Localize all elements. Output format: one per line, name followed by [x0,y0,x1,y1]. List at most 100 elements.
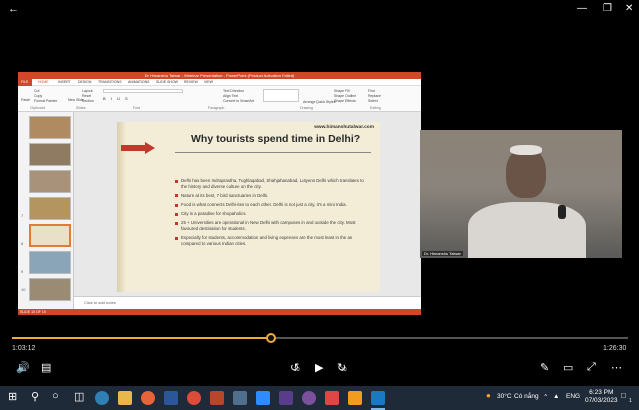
system-clock[interactable]: 6:23 PM 07/03/2023 [585,389,618,405]
language-indicator[interactable]: ENG [566,393,580,400]
more-options-icon[interactable]: ⋯ [611,361,622,374]
slide-bullet: Especially for students, accommodation a… [175,235,371,246]
thumb-number: 8 [21,241,24,246]
slide-thumbnail [29,251,71,274]
tab-design: DESIGN [78,80,92,84]
tab-review: REVIEW [184,80,198,84]
notification-icon[interactable]: □ [621,391,626,400]
shapes-gallery [263,89,299,102]
network-icon[interactable]: ▲ [553,393,559,400]
media-player-icon[interactable] [371,391,385,405]
slide-bullet: City is a paradise for shopaholics. [175,211,371,217]
chrome-icon[interactable] [187,391,201,405]
font-format-row: B I U S [103,96,130,101]
group-editing: Editing [370,106,381,110]
slide-bullet: 25 + Universities are operational in New… [175,220,371,231]
weather-temp: 30°C [497,393,512,400]
file-explorer-icon[interactable] [118,391,132,405]
arrange-label: Arrange [303,100,316,104]
thumb-number: 10 [21,287,26,292]
select-label: Select [368,99,378,103]
quick-styles-label: Quick Styles [316,100,336,104]
tab-view: VIEW [204,80,213,84]
find-label: Find [368,89,375,93]
group-slides: Slides [76,106,86,110]
notes-placeholder: Click to add notes [84,300,116,305]
slide-arrow-shape [121,145,145,151]
powerpoint-ribbon: Paste Cut Copy Format Painter New Slide … [18,86,421,112]
paste-label: Paste [21,98,30,102]
back-arrow-icon[interactable]: ← [8,3,19,15]
weather-description: Có nắng [514,393,539,400]
zoom-icon[interactable] [256,391,270,405]
seek-knob[interactable] [266,333,276,343]
shape-fill-label: Shape Fill [334,89,350,93]
play-icon[interactable]: ▶ [315,361,323,374]
fullscreen-icon[interactable]: ⤢ [587,361,596,374]
cast-icon[interactable]: ▭ [563,361,573,374]
slide-thumbnail-pane: 7 8 9 10 11 [18,112,74,315]
slide-bullet: Delhi has been Indraprastha, Tughlaqabad… [175,178,371,189]
align-text-label: Align Text [223,94,239,98]
close-icon[interactable]: ✕ [625,3,633,14]
powerpoint-icon[interactable] [210,391,224,405]
task-view-icon[interactable]: ◫ [74,390,84,403]
slide-title: Why tourists spend time in Delhi? [191,133,361,145]
word-icon[interactable] [164,391,178,405]
skip-back-seconds: 10 [294,367,300,373]
cortana-icon[interactable]: ○ [52,390,59,402]
slide-thumbnail [29,197,71,220]
slide-counter: SLIDE 10 OF 15 [20,310,46,314]
tab-animations: ANIMATIONS [128,80,150,84]
thumb-number: 7 [21,213,24,218]
presenter-head [506,148,546,198]
current-slide: www.himanshutalwar.com Why tourists spen… [117,122,380,292]
replace-label: Replace [368,94,381,98]
weather-icon[interactable]: ● [486,391,491,400]
viber-icon[interactable] [302,391,316,405]
volume-icon[interactable]: 🔊 [16,361,30,374]
notes-pane: Click to add notes [74,296,421,309]
windows-start-icon[interactable]: ⊞ [8,390,17,403]
powerpoint-title-bar: Dr Himanshu Talwar - Webinar Presentatio… [18,72,421,79]
clock-date: 07/03/2023 [585,397,618,404]
tray-chevron-icon[interactable]: ⌃ [543,393,548,401]
minimize-icon[interactable]: — [577,3,587,14]
search-icon[interactable]: ⚲ [31,390,39,403]
font-name-box [103,89,183,93]
presenter-hair [510,145,542,155]
slide-thumbnail [29,278,71,301]
photos-icon[interactable] [233,391,247,405]
settings-app-icon[interactable] [279,391,293,405]
cut-label: Cut [34,89,40,93]
app-icon[interactable] [348,391,362,405]
text-direction-label: Text Direction [223,89,245,93]
thumb-number: 9 [21,269,24,274]
seek-bar[interactable] [12,333,628,343]
tab-home: HOME [38,80,49,84]
reset-label: Reset [82,94,92,98]
subtitles-icon[interactable]: ▤ [41,361,51,374]
notification-count: 1 [629,398,632,404]
presenter-body [468,202,586,258]
clock-time: 6:23 PM [589,389,614,396]
group-font: Font [133,106,141,110]
tab-transitions: TRANSITIONS [98,80,122,84]
app-icon[interactable] [325,391,339,405]
group-clipboard: Clipboard [30,106,45,110]
firefox-icon[interactable] [141,391,155,405]
slide-thumbnail [29,170,71,193]
layout-label: Layout [82,89,93,93]
group-drawing: Drawing [300,106,313,110]
seek-bar-fill [12,337,271,339]
format-painter-label: Format Painter [34,99,58,103]
tab-slide-show: SLIDE SHOW [156,80,178,84]
edit-pen-icon[interactable]: ✎ [540,361,549,374]
convert-smartart-label: Convert to SmartArt [223,99,254,103]
windows-taskbar: ⊞ ⚲ ○ ◫ ● 30°C Có nắng ⌃ ▲ ENG 6:23 PM 0… [0,386,639,410]
powerpoint-tabs: FILE HOME INSERT DESIGN TRANSITIONS ANIM… [18,79,421,86]
maximize-icon[interactable]: ❐ [603,3,612,14]
slide-arrow-head [145,142,155,154]
edge-icon[interactable] [95,391,109,405]
slide-thumbnail-selected [29,224,71,247]
